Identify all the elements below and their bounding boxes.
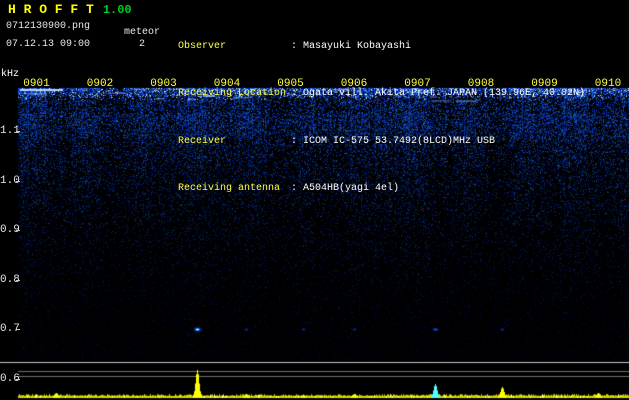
time-label: 0908 — [467, 78, 495, 90]
time-label: 0902 — [86, 78, 114, 90]
info-value: : ICOM IC-575 53.7492(8LCD)MHz USB — [291, 135, 496, 147]
freq-tick — [16, 131, 20, 132]
freq-label: 0.7 — [0, 323, 20, 335]
hrofft-screen: H R O F F T 1.00 0712130900.png meteor 0… — [0, 0, 629, 400]
info-value: : A504HB(yagi 4el) — [291, 183, 400, 195]
datetime-label: 07.12.13 09:00 — [6, 39, 91, 50]
freq-tick — [16, 280, 20, 281]
freq-axis-unit: kHz — [1, 69, 20, 80]
app-version: 1.00 — [102, 3, 132, 17]
app-header: H R O F F T 1.00 — [8, 2, 132, 17]
time-label: 0907 — [404, 78, 431, 90]
freq-label: 0.8 — [0, 274, 20, 286]
time-label: 0903 — [150, 78, 177, 90]
info-value: : Masayuki Kobayashi — [291, 41, 412, 52]
info-value: : Ogata-vill. Akita-Pref. JAPAN (139.96E… — [291, 88, 586, 100]
time-label: 0904 — [213, 78, 241, 90]
info-row-location: Receiving Location : Ogata-vill. Akita-P… — [178, 88, 585, 99]
meteor-count: 2 — [139, 39, 146, 50]
output-filename: 0712130900.png — [6, 21, 91, 32]
freq-label: 0.6 — [0, 373, 20, 385]
freq-label: 1.1 — [0, 125, 20, 137]
mode-label: meteor — [124, 27, 161, 38]
freq-tick — [16, 181, 20, 182]
freq-label: 0.9 — [0, 224, 20, 236]
info-label: Receiving antenna — [178, 183, 281, 195]
time-label: 0909 — [531, 78, 558, 90]
info-row-receiver: Receiver : ICOM IC-575 53.7492(8LCD)MHz … — [178, 136, 585, 147]
info-label: Observer — [178, 41, 227, 52]
station-info: Observer : Masayuki Kobayashi Receiving … — [178, 5, 585, 231]
time-label: 0905 — [277, 78, 304, 90]
app-title: H R O F F T — [8, 2, 94, 17]
freq-tick — [16, 329, 20, 330]
time-label: 0910 — [594, 78, 622, 90]
info-row-observer: Observer : Masayuki Kobayashi — [178, 41, 585, 52]
freq-tick — [16, 230, 20, 231]
freq-tick — [16, 379, 20, 380]
time-label: 0901 — [23, 78, 50, 90]
info-label: Receiver — [178, 135, 227, 147]
time-label: 0906 — [340, 78, 368, 90]
info-label: Receiving Location — [178, 88, 287, 100]
freq-label: 1.0 — [0, 175, 20, 187]
info-row-antenna: Receiving antenna : A504HB(yagi 4el) — [178, 183, 585, 194]
